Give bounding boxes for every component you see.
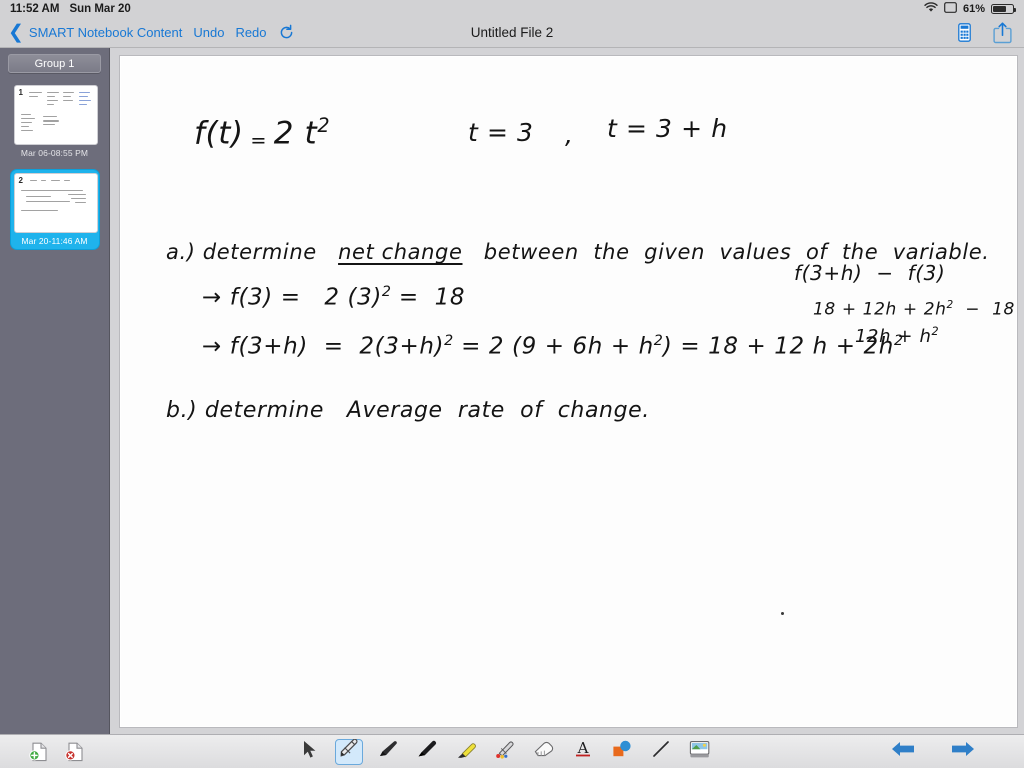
screen-mirroring-icon bbox=[944, 2, 957, 16]
redo-button[interactable]: Redo bbox=[235, 25, 266, 40]
share-icon[interactable] bbox=[993, 22, 1012, 44]
app-toolbar: ❮ SMART Notebook Content Undo Redo Untit… bbox=[0, 18, 1024, 48]
ink-step-f3h: → f(3+h) = 2(3+h)2 = 2 (9 + 6h + h2) = 1… bbox=[202, 333, 904, 360]
status-bar-date: Sun Mar 20 bbox=[69, 3, 131, 15]
drawing-tools-group: A bbox=[296, 738, 714, 765]
eraser-icon bbox=[532, 740, 556, 763]
status-bar-left: 11:52 AM Sun Mar 20 bbox=[0, 3, 131, 15]
page-timestamp-2: Mar 20-11:46 AM bbox=[21, 236, 88, 246]
marker-tool[interactable] bbox=[413, 739, 441, 765]
calligraphy-pen-icon bbox=[377, 739, 399, 764]
page-timestamp-1: Mar 06-08:55 PM bbox=[20, 148, 89, 158]
cursor-arrow-icon bbox=[303, 740, 318, 764]
pen-icon bbox=[338, 738, 360, 764]
ink-function-definition: f(t) = 2 t2 bbox=[194, 114, 330, 153]
bottom-toolbar: A bbox=[0, 734, 1024, 768]
ink-net-change-underlined: net change bbox=[338, 240, 463, 264]
page-navigation-group bbox=[890, 739, 1024, 764]
refresh-icon[interactable] bbox=[278, 24, 295, 41]
calculator-icon[interactable] bbox=[958, 23, 971, 42]
text-a-icon: A bbox=[573, 739, 593, 764]
shapes-icon bbox=[611, 739, 633, 764]
text-tool[interactable]: A bbox=[569, 739, 597, 765]
pen-tool[interactable] bbox=[335, 738, 363, 765]
smart-notebook-app: 11:52 AM Sun Mar 20 61% ❮ SMART Notebook… bbox=[0, 0, 1024, 768]
undo-button[interactable]: Undo bbox=[193, 25, 224, 40]
group-header[interactable]: Group 1 bbox=[8, 54, 101, 73]
ios-status-bar: 11:52 AM Sun Mar 20 61% bbox=[0, 0, 1024, 18]
arrow-right-icon bbox=[952, 742, 974, 756]
line-icon bbox=[651, 739, 671, 764]
toolbar-right-group bbox=[958, 22, 1024, 44]
group-header-label: Group 1 bbox=[34, 57, 75, 70]
ink-t-value-1: t = 3 bbox=[468, 118, 534, 147]
select-tool[interactable] bbox=[296, 739, 324, 765]
ink-step-f3: → f(3) = 2 (3)2 = 18 bbox=[202, 284, 466, 311]
page-thumbnail-sidebar: Group 1 1 Mar 06-08:55 PM 2 Mar 20-11:46… bbox=[0, 48, 110, 734]
page-number-1: 1 bbox=[18, 88, 23, 97]
page-actions-group bbox=[0, 741, 86, 763]
previous-page-button[interactable] bbox=[890, 739, 916, 764]
battery-icon bbox=[991, 4, 1016, 14]
highlighter-icon bbox=[455, 739, 477, 764]
delete-page-icon[interactable] bbox=[64, 741, 86, 763]
ink-t-value-2: t = 3 + h bbox=[607, 114, 728, 143]
marker-icon bbox=[416, 739, 438, 764]
back-chevron-icon[interactable]: ❮ bbox=[8, 23, 24, 42]
sidebar-page-thumbnail-1[interactable]: 1 Mar 06-08:55 PM bbox=[11, 82, 99, 161]
eraser-tool[interactable] bbox=[530, 739, 558, 765]
page-number-2: 2 bbox=[18, 176, 23, 185]
next-page-button[interactable] bbox=[950, 739, 976, 764]
arrow-left-icon bbox=[892, 742, 914, 756]
sidebar-page-thumbnail-2[interactable]: 2 Mar 20-11:46 AM bbox=[10, 170, 99, 249]
line-tool[interactable] bbox=[647, 739, 675, 765]
add-page-icon[interactable] bbox=[28, 741, 50, 763]
image-tool[interactable] bbox=[686, 739, 714, 765]
notebook-canvas[interactable]: f(t) = 2 t2 t = 3 , t = 3 + h a.) determ… bbox=[119, 55, 1018, 728]
toolbar-left-group: ❮ SMART Notebook Content Undo Redo bbox=[0, 23, 295, 42]
ink-side-work-line-1: f(3+h) − f(3) bbox=[794, 261, 946, 285]
calligraphy-pen-tool[interactable] bbox=[374, 739, 402, 765]
highlighter-tool[interactable] bbox=[452, 739, 480, 765]
page-preview-1: 1 bbox=[13, 85, 98, 145]
shapes-tool[interactable] bbox=[608, 739, 636, 765]
wifi-icon bbox=[924, 2, 938, 16]
ink-side-work-line-2: 18 + 12h + 2h2 − 18 bbox=[813, 299, 1015, 320]
battery-percent-label: 61% bbox=[962, 3, 985, 15]
ink-side-work-line-3: 12h + h2 bbox=[855, 325, 939, 347]
ink-part-b-prompt: b.) determine Average rate of change. bbox=[166, 398, 650, 423]
creative-pen-icon bbox=[494, 739, 516, 764]
image-icon bbox=[688, 739, 712, 764]
status-bar-right: 61% bbox=[924, 2, 1024, 16]
svg-text:A: A bbox=[577, 739, 589, 757]
ink-part-a-prompt-start: a.) determine bbox=[166, 240, 317, 264]
back-to-smart-notebook-content-button[interactable]: SMART Notebook Content bbox=[29, 25, 182, 40]
stray-ink-dot bbox=[781, 612, 784, 615]
ink-comma-separator: , bbox=[565, 120, 574, 149]
page-preview-2: 2 bbox=[13, 173, 98, 233]
creative-pen-tool[interactable] bbox=[491, 739, 519, 765]
status-bar-time: 11:52 AM bbox=[10, 3, 60, 15]
